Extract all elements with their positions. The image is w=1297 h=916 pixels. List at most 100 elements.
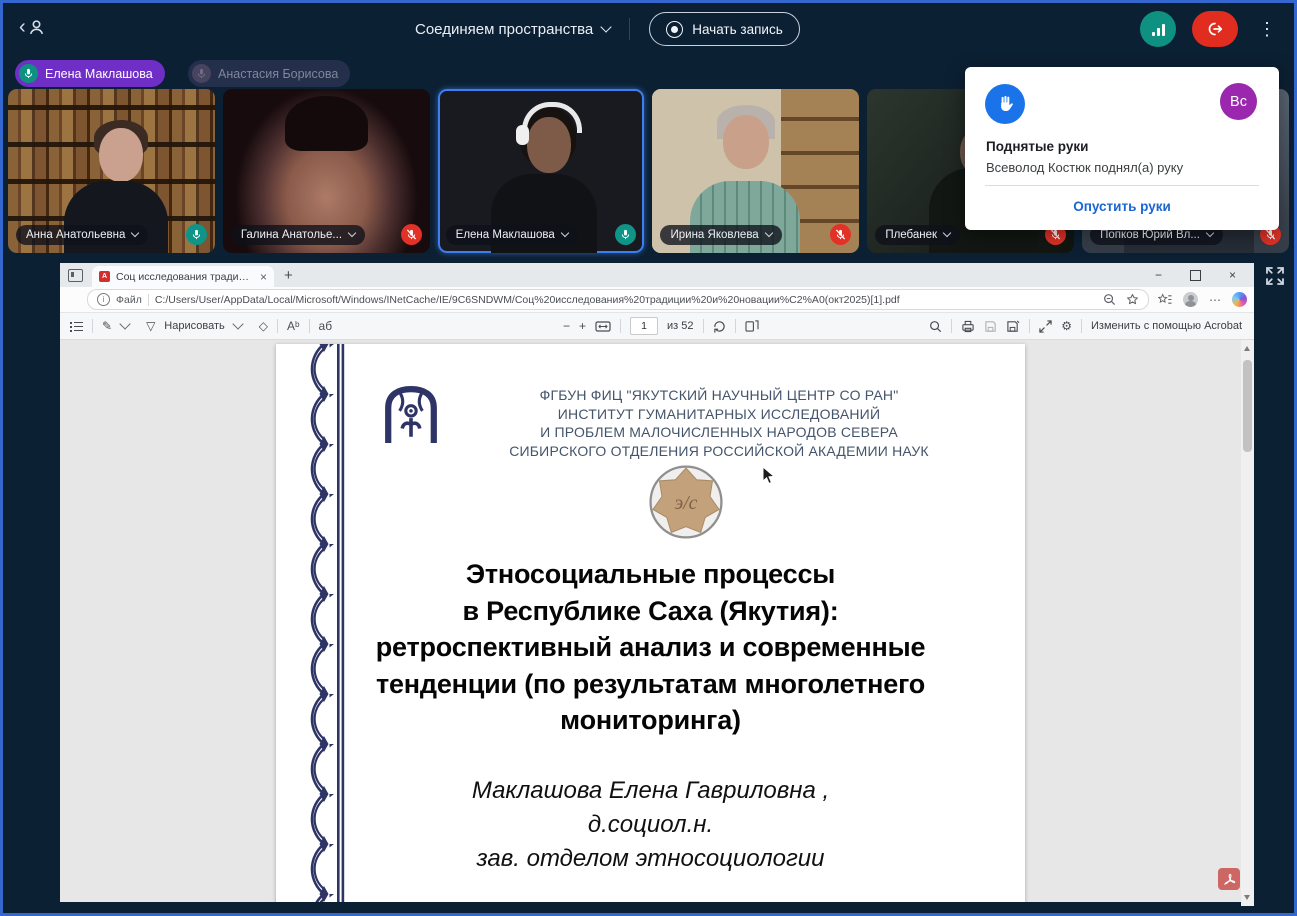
society-emblem: э/с (648, 464, 724, 540)
new-tab-button[interactable]: + (284, 267, 293, 284)
meeting-title-group: Соединяем пространства Начать запись (415, 3, 800, 55)
zoom-out-icon[interactable]: − (563, 320, 570, 332)
participant-nametag[interactable]: Ирина Яковлева (660, 225, 781, 245)
tab-layout-icon[interactable] (68, 269, 83, 282)
table-of-contents-icon[interactable] (70, 321, 83, 332)
favorite-star-icon[interactable] (1126, 293, 1139, 306)
scrollbar-thumb[interactable] (1243, 360, 1252, 452)
zoom-page-icon[interactable] (1103, 293, 1116, 306)
participant-nametag[interactable]: Галина Анатолье... (231, 225, 365, 245)
minimize-window-button[interactable]: − (1155, 268, 1162, 282)
speaker-pill-active[interactable]: Елена Маклашова (15, 60, 165, 87)
connection-quality-button[interactable] (1140, 11, 1176, 47)
translate-icon[interactable]: аб (319, 320, 333, 332)
copilot-icon[interactable] (1232, 292, 1247, 307)
favorites-bar-icon[interactable] (1158, 293, 1172, 306)
fullscreen-icon[interactable] (1039, 320, 1052, 333)
leave-icon (1206, 21, 1224, 37)
title-line: Этносоциальные процессы (300, 556, 1001, 593)
save-icon[interactable] (984, 320, 997, 333)
restore-window-button[interactable] (1190, 270, 1201, 281)
participant-nametag[interactable]: Плебанек (875, 225, 960, 245)
raised-hands-popup: Вс Поднятые руки Всеволод Костюк поднял(… (965, 67, 1279, 230)
expand-fullscreen-button[interactable] (1264, 265, 1286, 287)
video-tile[interactable]: Анна Анатольевна (8, 89, 215, 253)
tab-title: Соц исследования традиции и ... (116, 271, 254, 283)
participant-name: Ирина Яковлева (670, 229, 758, 241)
highlighter-icon[interactable]: ✎ (102, 320, 112, 332)
search-icon[interactable] (929, 320, 942, 333)
browser-profile-avatar[interactable] (1183, 292, 1198, 307)
participant-avatar: Вс (1220, 83, 1257, 120)
address-field[interactable]: i Файл C:/Users/User/AppData/Local/Micro… (87, 289, 1149, 310)
back-chevron-icon: ‹ (19, 17, 26, 37)
header-line: СИБИРСКОГО ОТДЕЛЕНИЯ РОССИЙСКОЙ АКАДЕМИИ… (436, 442, 1002, 461)
participant-nametag[interactable]: Елена Маклашова (446, 225, 578, 245)
speaker-pill-name: Елена Маклашова (45, 67, 153, 81)
video-tile-active-speaker[interactable]: Елена Маклашова (438, 89, 645, 253)
top-bar-actions: ⋮ (1140, 11, 1280, 47)
lower-hands-button[interactable]: Опустить руки (965, 199, 1279, 214)
edit-with-acrobat-button[interactable]: Изменить с помощью Acrobat (1091, 320, 1242, 332)
pdf-viewer: ФГБУН ФИЦ "ЯКУТСКИЙ НАУЧНЫЙ ЦЕНТР СО РАН… (60, 340, 1254, 906)
pdf-scrollbar[interactable] (1241, 340, 1254, 906)
participant-name: Плебанек (885, 229, 937, 241)
print-icon[interactable] (961, 320, 975, 333)
draw-icon[interactable]: ▽ (146, 320, 155, 332)
mic-muted-badge (830, 224, 851, 245)
chevron-down-icon[interactable] (232, 318, 243, 329)
start-recording-button[interactable]: Начать запись (649, 12, 800, 46)
acrobat-floating-button[interactable] (1218, 868, 1240, 890)
signal-bar-icon (1162, 24, 1165, 36)
settings-gear-icon[interactable]: ⚙ (1061, 320, 1072, 332)
draw-label[interactable]: Нарисовать (164, 320, 224, 332)
author-line: зав. отделом этносоциологии (300, 842, 1001, 876)
raised-hand-icon (985, 84, 1025, 124)
zoom-in-icon[interactable]: + (579, 320, 586, 332)
more-options-button[interactable]: ⋮ (1254, 15, 1280, 44)
save-as-icon[interactable] (1006, 320, 1020, 333)
browser-tab[interactable]: A Соц исследования традиции и ... × (92, 266, 274, 287)
divider (629, 18, 630, 40)
slide-title: Этносоциальные процессы в Республике Сах… (300, 556, 1001, 739)
eraser-icon[interactable]: ◇ (259, 320, 268, 332)
page-number-input[interactable] (630, 317, 658, 335)
video-tile[interactable]: Ирина Яковлева (652, 89, 859, 253)
meeting-app-window: ‹ Соединяем пространства Начать запись (0, 0, 1297, 916)
pdf-toolbar-center: − + из 52 (563, 313, 759, 339)
popup-message: Всеволод Костюк поднял(а) руку (986, 160, 1183, 175)
scroll-down-arrow[interactable] (1244, 895, 1250, 900)
participant-name: Елена Маклашова (456, 229, 555, 241)
chevron-down-icon (561, 229, 569, 237)
mic-on-badge (615, 224, 636, 245)
rotate-icon[interactable] (713, 320, 726, 333)
window-controls: − × (1155, 268, 1246, 282)
participant-name: Галина Анатолье... (241, 229, 342, 241)
title-line: мониторинга) (300, 702, 1001, 739)
video-tile[interactable]: Галина Анатолье... (223, 89, 430, 253)
title-line: ретроспективный анализ и современные (300, 629, 1001, 666)
close-tab-icon[interactable]: × (260, 270, 267, 284)
scroll-up-arrow[interactable] (1244, 346, 1250, 351)
back-to-participants-button[interactable]: ‹ (19, 17, 45, 37)
browser-menu-icon[interactable]: ⋯ (1209, 293, 1221, 307)
mic-idle-icon (192, 64, 211, 83)
leave-meeting-button[interactable] (1192, 11, 1238, 47)
participant-nametag[interactable]: Анна Анатольевна (16, 225, 148, 245)
read-aloud-icon[interactable]: Aᵇ (287, 320, 300, 332)
close-window-button[interactable]: × (1229, 268, 1236, 282)
emblem-text: э/с (675, 493, 698, 514)
page-view-icon[interactable] (745, 320, 759, 332)
pdf-toolbar-left: ✎ ▽ Нарисовать ◇ Aᵇ аб (70, 313, 332, 339)
browser-toolbar-icons: ⋯ (1158, 292, 1247, 307)
chevron-down-icon[interactable] (119, 318, 130, 329)
fit-to-width-icon[interactable] (595, 321, 611, 332)
chevron-down-icon (943, 229, 951, 237)
page-info-icon[interactable]: i (97, 293, 110, 306)
chevron-down-icon (1206, 229, 1214, 237)
speaker-pill-inactive[interactable]: Анастасия Борисова (188, 60, 350, 87)
record-icon (666, 21, 683, 38)
mic-on-badge (186, 224, 207, 245)
meeting-title[interactable]: Соединяем пространства (415, 21, 593, 38)
chevron-down-icon (764, 229, 772, 237)
